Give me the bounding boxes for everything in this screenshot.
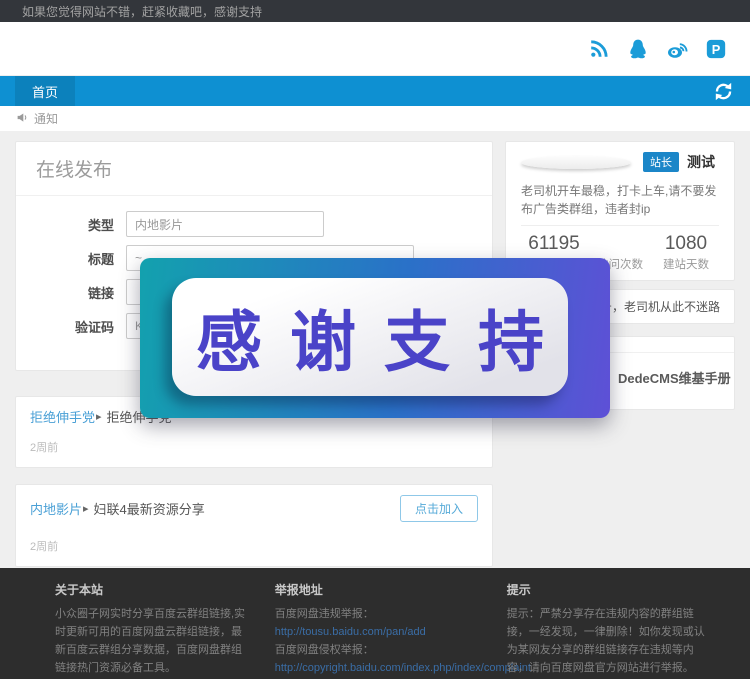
thanks-text: 感谢支持 xyxy=(196,289,572,385)
stat-site-days: 1080 建站天数 xyxy=(653,233,719,272)
breadcrumb-label: 通知 xyxy=(34,110,58,127)
report-link-1[interactable]: http://tousu.baidu.com/pan/add xyxy=(275,626,426,638)
site-header: P xyxy=(0,22,750,76)
pinterest-icon[interactable]: P xyxy=(704,37,728,61)
qq-icon[interactable] xyxy=(626,37,650,61)
form-title: 在线发布 xyxy=(36,155,472,182)
footer-tips-column: 提示 提示：严禁分享存在违规内容的群组链接，一经发现，一律删除！如你发现或认为某… xyxy=(507,581,705,678)
thanks-banner-image: 感谢支持 xyxy=(140,258,610,418)
site-footer: 关于本站 小众圈子网实时分享百度云群组链接,实时更新可用的百度网盘云群组链接，最… xyxy=(0,568,750,679)
main-nav: 首页 xyxy=(0,76,750,106)
footer-about-column: 关于本站 小众圈子网实时分享百度云群组链接,实时更新可用的百度网盘云群组链接，最… xyxy=(55,581,247,678)
join-button[interactable]: 点击加入 xyxy=(400,495,478,522)
arrow-icon: ▸ xyxy=(96,410,102,423)
profile-description: 老司机开车最稳，打卡上车,请不要发布广告类群组，违者封ip xyxy=(521,182,719,218)
post-item: 内地影片 ▸ 妇联4最新资源分享 点击加入 2周前 xyxy=(15,484,493,567)
post-category-link[interactable]: 拒绝伸手党 xyxy=(30,407,95,426)
link-label: 链接 xyxy=(36,283,114,302)
post-date: 2周前 xyxy=(30,538,478,554)
report-label-2: 百度网盘侵权举报： xyxy=(275,644,374,656)
footer-tips-title: 提示 xyxy=(507,581,705,600)
report-link-2[interactable]: http://copyright.baidu.com/index.php/ind… xyxy=(275,662,531,674)
footer-about-title: 关于本站 xyxy=(55,581,247,600)
notice-text: 如果您觉得网站不错，赶紧收藏吧，感谢支持 xyxy=(22,3,262,20)
svg-text:P: P xyxy=(712,42,721,57)
breadcrumb: 通知 xyxy=(0,106,750,131)
footer-report-column: 举报地址 百度网盘违规举报： http://tousu.baidu.com/pan… xyxy=(275,581,485,678)
social-icons: P xyxy=(587,37,728,61)
weibo-icon[interactable] xyxy=(665,37,689,61)
footer-about-text: 小众圈子网实时分享百度云群组链接,实时更新可用的百度网盘云群组链接，最新百度云群… xyxy=(55,606,247,677)
footer-report-title: 举报地址 xyxy=(275,581,485,600)
thanks-plate: 感谢支持 xyxy=(172,278,568,396)
refresh-icon[interactable] xyxy=(697,76,750,106)
footer-tips-text: 提示：严禁分享存在违规内容的群组链接，一经发现，一律删除！如你发现或认为某网友分… xyxy=(507,606,705,677)
form-row-type: 类型 xyxy=(36,210,472,238)
arrow-icon: ▸ xyxy=(83,502,89,515)
post-date: 2周前 xyxy=(30,439,478,455)
title-label: 标题 xyxy=(36,249,114,268)
captcha-label: 验证码 xyxy=(36,317,114,336)
post-category-link[interactable]: 内地影片 xyxy=(30,499,82,518)
rss-icon[interactable] xyxy=(587,37,611,61)
admin-badge: 站长 xyxy=(643,152,679,172)
nav-item-home[interactable]: 首页 xyxy=(15,76,75,106)
type-label: 类型 xyxy=(36,215,114,234)
post-title-link[interactable]: 妇联4最新资源分享 xyxy=(94,499,205,518)
report-label-1: 百度网盘违规举报： xyxy=(275,608,374,620)
type-select[interactable] xyxy=(126,211,324,237)
megaphone-icon xyxy=(16,111,29,127)
top-notice-bar: 如果您觉得网站不错，赶紧收藏吧，感谢支持 xyxy=(0,0,750,22)
profile-name: 测试 xyxy=(687,152,715,172)
avatar xyxy=(521,156,631,169)
